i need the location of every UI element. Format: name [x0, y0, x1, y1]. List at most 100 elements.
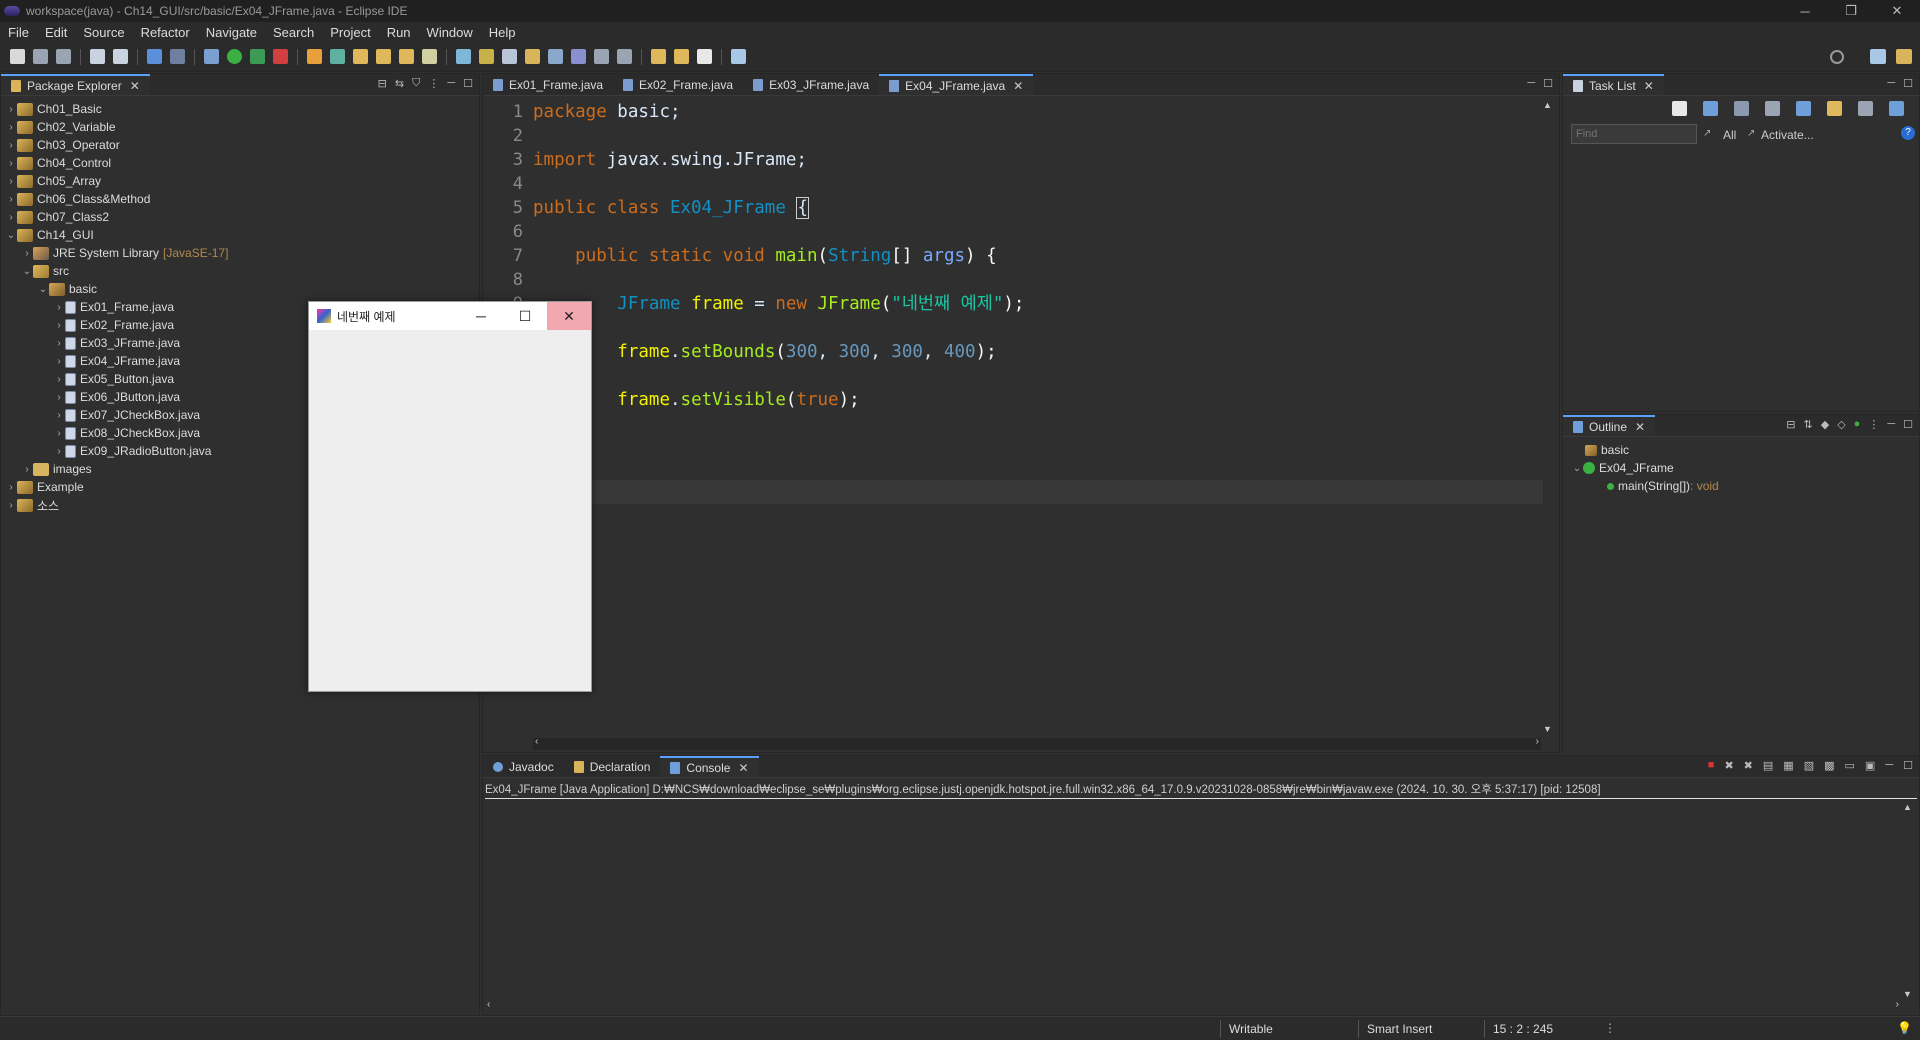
- scheduled-icon[interactable]: [1734, 101, 1749, 116]
- chevron-down-icon[interactable]: ⌄: [1571, 463, 1583, 474]
- swing-minimize-button[interactable]: ─: [459, 302, 503, 330]
- minimize-button[interactable]: ─: [1782, 0, 1828, 22]
- chevron-right-icon[interactable]: ›: [53, 410, 65, 421]
- swing-maximize-button[interactable]: ☐: [503, 302, 547, 330]
- tab-package-explorer[interactable]: Package Explorer ✕: [1, 74, 150, 95]
- chevron-right-icon[interactable]: ›: [5, 140, 17, 151]
- hide-static-icon[interactable]: ◇: [1837, 418, 1845, 431]
- tree-item[interactable]: › Ch03_Operator: [5, 136, 479, 154]
- chevron-right-icon[interactable]: ›: [53, 320, 65, 331]
- filter-icon[interactable]: ⛉: [412, 77, 420, 90]
- chevron-right-icon[interactable]: ›: [53, 446, 65, 457]
- chevron-right-icon[interactable]: ›: [5, 104, 17, 115]
- chevron-right-icon[interactable]: ›: [53, 392, 65, 403]
- maximize-view-icon[interactable]: ☐: [1903, 418, 1913, 431]
- outline-item[interactable]: basic: [1571, 441, 1919, 459]
- code-area[interactable]: package basic; import javax.swing.JFrame…: [533, 100, 1539, 412]
- scroll-right-icon[interactable]: ›: [1536, 736, 1539, 747]
- word-wrap-icon[interactable]: ▧: [1804, 759, 1814, 772]
- menu-refactor[interactable]: Refactor: [133, 25, 198, 40]
- menu-window[interactable]: Window: [419, 25, 481, 40]
- remove-launch-icon[interactable]: ✖: [1724, 759, 1733, 772]
- chevron-right-icon[interactable]: ›: [53, 302, 65, 313]
- tree-item[interactable]: › Ch05_Array: [5, 172, 479, 190]
- pin-console-icon[interactable]: ▩: [1824, 759, 1834, 772]
- next-annotation-icon[interactable]: [594, 49, 609, 64]
- hide-fields-icon[interactable]: ◆: [1821, 418, 1829, 431]
- hide-non-public-icon[interactable]: ●: [1854, 418, 1861, 431]
- swing-close-button[interactable]: ✕: [547, 302, 591, 330]
- tree-item[interactable]: › Ch04_Control: [5, 154, 479, 172]
- tree-item[interactable]: › Ch07_Class2: [5, 208, 479, 226]
- tab-task-list[interactable]: Task List ✕: [1563, 74, 1664, 95]
- scroll-up-icon[interactable]: ▲: [1903, 802, 1912, 812]
- terminate-icon[interactable]: ■: [1708, 759, 1715, 772]
- maximize-view-icon[interactable]: ☐: [1903, 77, 1913, 90]
- scroll-down-icon[interactable]: ▼: [1543, 724, 1552, 734]
- forward-icon[interactable]: [697, 49, 712, 64]
- console-vertical-scrollbar[interactable]: ▲ ▼: [1903, 802, 1915, 999]
- view-menu-icon[interactable]: ⋮: [428, 77, 439, 90]
- tab-ex03[interactable]: Ex03_JFrame.java: [743, 74, 879, 95]
- save-all-icon[interactable]: [56, 49, 71, 64]
- menu-run[interactable]: Run: [379, 25, 419, 40]
- remove-all-terminated-icon[interactable]: ✖: [1744, 759, 1753, 772]
- tab-outline[interactable]: Outline ✕: [1563, 415, 1656, 436]
- display-selected-console-icon[interactable]: ▭: [1845, 759, 1855, 772]
- close-tab-icon[interactable]: ✕: [1635, 420, 1645, 434]
- menu-edit[interactable]: Edit: [37, 25, 75, 40]
- minimize-view-icon[interactable]: ─: [1887, 418, 1895, 431]
- redo-icon[interactable]: [113, 49, 128, 64]
- chevron-right-icon[interactable]: ›: [21, 248, 33, 259]
- java-perspective-icon[interactable]: [1896, 49, 1912, 64]
- new-task-icon[interactable]: [1672, 101, 1687, 116]
- view-menu-icon[interactable]: ⋮: [1916, 101, 1920, 116]
- pin-editor-icon[interactable]: [731, 49, 746, 64]
- chevron-down-icon[interactable]: ⌄: [37, 284, 49, 295]
- chevron-down-icon[interactable]: ⌄: [5, 230, 17, 241]
- open-type-icon[interactable]: [376, 49, 391, 64]
- chevron-right-icon[interactable]: ›: [5, 122, 17, 133]
- swing-frame-window[interactable]: 네번째 예제 ─ ☐ ✕: [308, 301, 592, 692]
- menu-navigate[interactable]: Navigate: [198, 25, 265, 40]
- horizontal-scrollbar[interactable]: ‹ ›: [533, 736, 1541, 750]
- word-wrap-icon[interactable]: [548, 49, 563, 64]
- chevron-right-icon[interactable]: ›: [5, 194, 17, 205]
- new-java-project-icon[interactable]: [307, 49, 322, 64]
- chevron-right-icon[interactable]: ›: [5, 212, 17, 223]
- terminal-icon[interactable]: [147, 49, 162, 64]
- tree-item[interactable]: › Ch01_Basic: [5, 100, 479, 118]
- collapse-all-icon[interactable]: ⊟: [1786, 418, 1795, 431]
- close-tab-icon[interactable]: ✕: [738, 761, 748, 775]
- minimize-view-icon[interactable]: ─: [1887, 77, 1895, 90]
- tab-ex01[interactable]: Ex01_Frame.java: [483, 74, 613, 95]
- last-edit-location-icon[interactable]: [651, 49, 666, 64]
- synchronize-icon[interactable]: [1889, 101, 1904, 116]
- focus-icon[interactable]: [1765, 101, 1780, 116]
- help-icon[interactable]: ?: [1901, 126, 1915, 140]
- minimize-view-icon[interactable]: ─: [1527, 77, 1535, 90]
- clear-console-icon[interactable]: ▤: [1763, 759, 1773, 772]
- open-console-icon[interactable]: ▣: [1865, 759, 1875, 772]
- back-icon[interactable]: [674, 49, 689, 64]
- menu-help[interactable]: Help: [481, 25, 524, 40]
- all-link[interactable]: All: [1723, 128, 1736, 142]
- menu-search[interactable]: Search: [265, 25, 322, 40]
- categorized-icon[interactable]: [1703, 101, 1718, 116]
- tree-item[interactable]: › Ch06_Class&Method: [5, 190, 479, 208]
- toggle-block-selection-icon[interactable]: [502, 49, 517, 64]
- skip-breakpoints-icon[interactable]: [170, 49, 185, 64]
- swing-title-bar[interactable]: 네번째 예제 ─ ☐ ✕: [309, 302, 591, 330]
- chevron-right-icon[interactable]: ›: [5, 500, 17, 511]
- scroll-lock-icon[interactable]: ▦: [1783, 759, 1793, 772]
- chevron-right-icon[interactable]: ›: [53, 374, 65, 385]
- previous-annotation-icon[interactable]: [617, 49, 632, 64]
- chevron-right-icon[interactable]: ›: [21, 464, 33, 475]
- toggle-mark-occurrences-icon[interactable]: [456, 49, 471, 64]
- tab-javadoc[interactable]: Javadoc: [483, 756, 564, 777]
- tab-ex04[interactable]: Ex04_JFrame.java ✕: [879, 74, 1034, 95]
- minimize-view-icon[interactable]: ─: [1885, 759, 1893, 772]
- view-menu-icon[interactable]: ⋮: [1868, 418, 1879, 431]
- undo-icon[interactable]: [90, 49, 105, 64]
- collapse-all-icon[interactable]: ⊟: [378, 77, 387, 90]
